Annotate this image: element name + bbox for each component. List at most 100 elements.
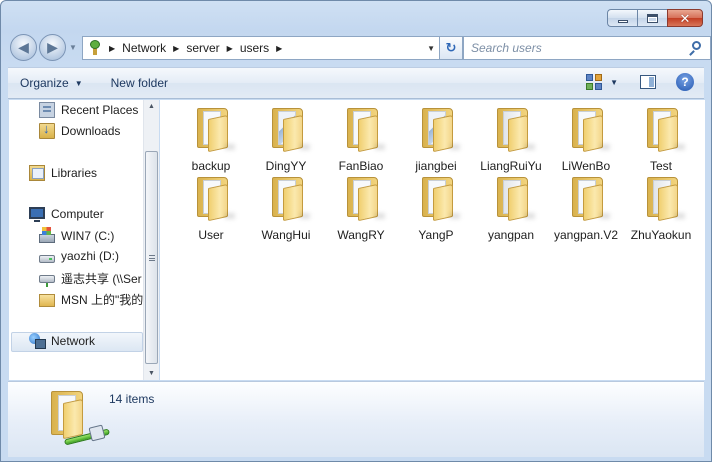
breadcrumb-server[interactable]: server — [186, 41, 219, 55]
scroll-down-icon[interactable]: ▼ — [148, 370, 155, 377]
folder-label: WangRY — [337, 228, 385, 242]
folder-item[interactable]: WangHui — [251, 171, 321, 242]
folder-item[interactable]: FanBiao — [326, 102, 396, 173]
folder-label: yangpan.V2 — [553, 228, 619, 242]
search-icon[interactable] — [687, 38, 707, 58]
sidebar-item-network-share[interactable]: 遥志共享 (\\Ser — [39, 270, 143, 287]
sidebar-item-downloads[interactable]: Downloads — [39, 121, 121, 139]
breadcrumb-network[interactable]: Network — [122, 41, 166, 55]
new-folder-button[interactable]: New folder — [111, 76, 168, 90]
breadcrumb-separator-icon[interactable]: ▶ — [276, 44, 282, 53]
folder-icon — [270, 177, 310, 222]
organize-menu[interactable]: Organize ▼ — [20, 76, 83, 90]
drive-icon — [39, 254, 55, 263]
folder-label: WangHui — [261, 228, 311, 242]
address-bar[interactable]: ▶ Network ▶ server ▶ users ▶ ▼ ↻ — [82, 36, 464, 60]
refresh-icon: ↻ — [445, 40, 457, 55]
sidebar-item-label: yaozhi (D:) — [61, 249, 120, 263]
chevron-down-icon: ▼ — [74, 78, 83, 88]
back-arrow-icon: ◀ — [18, 39, 29, 55]
sidebar-item-msn-folder[interactable]: MSN 上的"我的 — [39, 291, 143, 308]
folder-item[interactable]: WangRY — [326, 171, 396, 242]
folder-icon — [345, 108, 385, 153]
search-input[interactable]: Search users — [471, 41, 687, 55]
help-icon[interactable]: ? — [676, 73, 694, 91]
folder-item[interactable]: yangpan.V2 — [551, 171, 621, 242]
navigation-pane: Recent Places Downloads Libraries Comput… — [9, 100, 159, 380]
network-location-icon — [88, 40, 102, 56]
sidebar-item-label: Libraries — [51, 166, 98, 180]
navigation-scrollbar[interactable]: ▲ ▼ — [143, 100, 159, 380]
folder-item[interactable]: User — [176, 171, 246, 242]
change-view-icon[interactable] — [586, 74, 603, 90]
computer-icon — [29, 207, 45, 222]
refresh-button[interactable]: ↻ — [439, 36, 463, 60]
folder-icon — [495, 108, 535, 153]
network-icon — [29, 333, 46, 349]
sidebar-item-recent-places[interactable]: Recent Places — [39, 102, 138, 118]
folder-label: User — [198, 228, 224, 242]
folder-icon — [570, 108, 610, 153]
sidebar-item-win7-drive[interactable]: WIN7 (C:) — [39, 227, 115, 243]
view-options-dropdown[interactable]: ▼ — [610, 78, 618, 87]
forward-button[interactable]: ▶ — [39, 34, 66, 61]
close-button[interactable]: ✕ — [667, 9, 703, 27]
recent-places-icon — [39, 102, 55, 118]
breadcrumb-separator-icon[interactable]: ▶ — [173, 44, 179, 53]
back-button[interactable]: ◀ — [10, 34, 37, 61]
scroll-up-icon[interactable]: ▲ — [148, 103, 155, 110]
explorer-window: ✕ ◀ ▶ ▼ ▶ Network ▶ server ▶ users ▶ ▼ ↻… — [0, 0, 712, 462]
folder-item[interactable]: YangP — [401, 171, 471, 242]
sidebar-item-label: Computer — [51, 207, 104, 221]
navigation-bar: ◀ ▶ ▼ ▶ Network ▶ server ▶ users ▶ ▼ ↻ S… — [9, 34, 711, 61]
sidebar-item-computer[interactable]: Computer — [29, 207, 104, 222]
caption-buttons: ✕ — [607, 9, 703, 27]
organize-label: Organize — [20, 76, 69, 90]
sidebar-item-label: Downloads — [61, 124, 121, 138]
downloads-folder-icon — [39, 121, 55, 139]
sidebar-item-label: MSN 上的"我的 — [61, 293, 143, 307]
maximize-icon — [647, 13, 658, 23]
network-drive-icon — [39, 274, 55, 287]
folder-item[interactable]: DingYY — [251, 102, 321, 173]
folder-icon — [645, 177, 685, 222]
sidebar-item-yaozhi-drive[interactable]: yaozhi (D:) — [39, 249, 119, 263]
command-bar-right: ▼ ? — [586, 73, 694, 91]
recent-pages-dropdown[interactable]: ▼ — [69, 43, 77, 52]
search-box[interactable]: Search users — [463, 36, 711, 60]
minimize-icon — [617, 19, 628, 23]
new-folder-label: New folder — [110, 76, 168, 90]
folder-item[interactable]: ZhuYaokun — [626, 171, 696, 242]
sidebar-item-label: 遥志共享 (\\Ser — [61, 272, 142, 286]
forward-arrow-icon: ▶ — [47, 39, 58, 55]
folder-item[interactable]: yangpan — [476, 171, 546, 242]
folder-label: ZhuYaokun — [630, 228, 692, 242]
folder-item[interactable]: jiangbei — [401, 102, 471, 173]
folder-icon — [570, 177, 610, 222]
breadcrumb-separator-icon[interactable]: ▶ — [227, 44, 233, 53]
sidebar-item-label: WIN7 (C:) — [61, 228, 115, 243]
folder-item[interactable]: LiWenBo — [551, 102, 621, 173]
minimize-button[interactable] — [607, 9, 637, 27]
details-pane: 14 items — [8, 381, 704, 457]
windows-drive-icon — [39, 227, 55, 243]
sidebar-item-libraries[interactable]: Libraries — [29, 165, 97, 181]
folder-icon — [195, 108, 235, 153]
folder-item[interactable]: LiangRuiYu — [476, 102, 546, 173]
breadcrumb-users[interactable]: users — [240, 41, 269, 55]
preview-pane-icon[interactable] — [640, 75, 656, 89]
scrollbar-thumb[interactable] — [145, 151, 158, 364]
sidebar-item-network[interactable]: Network — [29, 333, 95, 349]
close-icon: ✕ — [679, 10, 691, 26]
command-bar: Organize ▼ New folder ▼ ? — [8, 67, 704, 99]
folder-icon — [345, 177, 385, 222]
address-history-dropdown[interactable]: ▼ — [427, 44, 435, 53]
maximize-button[interactable] — [637, 9, 667, 27]
folder-item[interactable]: Test — [626, 102, 696, 173]
folder-icon — [39, 294, 55, 307]
sidebar-item-label: Network — [51, 334, 96, 348]
breadcrumb-separator-icon[interactable]: ▶ — [109, 44, 115, 53]
folder-item[interactable]: backup — [176, 102, 246, 173]
folder-icon — [420, 177, 460, 222]
file-list: backup DingYY FanBiao jiangbei LiangRuiYu LiW… — [160, 100, 705, 380]
